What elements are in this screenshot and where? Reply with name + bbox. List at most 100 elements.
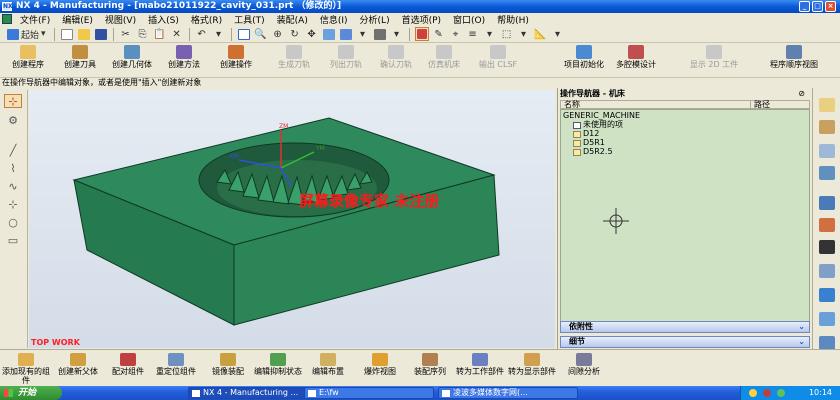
- delete-icon[interactable]: ✕: [170, 27, 184, 41]
- roles-icon[interactable]: [819, 288, 835, 302]
- column-name[interactable]: 名称: [561, 101, 751, 109]
- create-new-parent-button[interactable]: 创建新父体: [54, 353, 102, 387]
- operation-navigator-icon[interactable]: [819, 144, 835, 158]
- chevron-down-icon[interactable]: ▾: [390, 27, 404, 41]
- rotate-icon[interactable]: ↻: [288, 27, 302, 41]
- fit-view-icon[interactable]: [237, 27, 251, 41]
- web-browser-icon[interactable]: [819, 196, 835, 210]
- chevron-down-icon[interactable]: ▾: [517, 27, 531, 41]
- column-path[interactable]: 路径: [751, 101, 770, 109]
- tree-row-unused[interactable]: 未使用的项: [573, 121, 623, 129]
- edit-arrangement-button[interactable]: 编辑布置: [304, 353, 352, 387]
- assembly-sequence-button[interactable]: 装配序列: [406, 353, 454, 387]
- process-studio-icon[interactable]: [819, 264, 835, 278]
- assembly-navigator-icon[interactable]: [819, 98, 835, 112]
- line-icon[interactable]: ╱: [4, 144, 22, 158]
- add-existing-component-button[interactable]: 添加现有的组件: [2, 353, 50, 387]
- menu-analysis[interactable]: 分析(L): [354, 13, 396, 26]
- create-operation-button[interactable]: 创建操作: [210, 45, 262, 77]
- menu-insert[interactable]: 插入(S): [142, 13, 185, 26]
- edit-suppression-button[interactable]: 编辑抑制状态: [254, 353, 302, 387]
- tray-recorder-icon[interactable]: [763, 389, 771, 397]
- menu-view[interactable]: 视图(V): [99, 13, 142, 26]
- tree-row-d12[interactable]: D12: [573, 130, 599, 138]
- generate-toolpath-button[interactable]: 生成刀轨: [268, 45, 320, 77]
- render-style-icon[interactable]: [373, 27, 387, 41]
- new-file-icon[interactable]: [60, 27, 74, 41]
- chevron-down-icon[interactable]: ⌄: [798, 322, 805, 332]
- list-toolpath-button[interactable]: 列出刀轨: [320, 45, 372, 77]
- menu-format[interactable]: 格式(R): [185, 13, 228, 26]
- create-tool-button[interactable]: 创建刀具: [54, 45, 106, 77]
- machine-tool-icon[interactable]: [819, 166, 835, 180]
- reuse-library-icon[interactable]: [819, 336, 835, 350]
- layer-icon[interactable]: ≡: [466, 27, 480, 41]
- close-button[interactable]: ×: [825, 1, 836, 12]
- program-order-view-button[interactable]: 程序顺序视图: [768, 45, 820, 77]
- polyline-icon[interactable]: ⌇: [4, 162, 22, 176]
- details-section[interactable]: 细节 ⌄: [560, 336, 810, 348]
- chevron-down-icon[interactable]: ▾: [483, 27, 497, 41]
- pan-icon[interactable]: ✥: [305, 27, 319, 41]
- start-button[interactable]: 起始 ▾: [4, 27, 49, 41]
- undo-icon[interactable]: ↶: [195, 27, 209, 41]
- maximize-button[interactable]: □: [812, 1, 823, 12]
- rectangle-icon[interactable]: ▭: [4, 234, 22, 248]
- zoom-in-icon[interactable]: ⊕: [271, 27, 285, 41]
- dependency-section[interactable]: 依附性 ⌄: [560, 321, 810, 333]
- gear-icon[interactable]: ⚙: [4, 114, 22, 128]
- create-method-button[interactable]: 创建方法: [158, 45, 210, 77]
- tray-app-icon[interactable]: [749, 389, 757, 397]
- part-navigator-icon[interactable]: [819, 120, 835, 134]
- clearance-analysis-button[interactable]: 间隙分析: [560, 353, 608, 387]
- palette-icon[interactable]: [819, 312, 835, 326]
- menu-assembly[interactable]: 装配(A): [271, 13, 314, 26]
- chevron-down-icon[interactable]: ▾: [356, 27, 370, 41]
- view-orient-icon[interactable]: [322, 27, 336, 41]
- exploded-view-button[interactable]: 爆炸视图: [356, 353, 404, 387]
- start-menu-button[interactable]: 开始: [0, 386, 62, 400]
- show-2d-workpiece-button[interactable]: 显示 2D 工件: [688, 45, 740, 77]
- cut-icon[interactable]: ✂: [119, 27, 133, 41]
- sketch-icon[interactable]: ✎: [432, 27, 446, 41]
- circle-icon[interactable]: ○: [4, 216, 22, 230]
- make-work-part-button[interactable]: 转为工作部件: [456, 353, 504, 387]
- menu-edit[interactable]: 编辑(E): [56, 13, 99, 26]
- ruler-icon[interactable]: 📐: [534, 27, 548, 41]
- graphics-window[interactable]: ZM YM XM 屏幕录像专家 未注册 TOP WORK: [29, 90, 555, 348]
- open-folder-icon[interactable]: [77, 27, 91, 41]
- output-clsf-button[interactable]: 输出 CLSF: [472, 45, 524, 77]
- taskbar-item-browser[interactable]: 凌波多媒体数字网(...: [438, 387, 578, 399]
- paste-icon[interactable]: 📋: [153, 27, 167, 41]
- menu-tools[interactable]: 工具(T): [228, 13, 271, 26]
- tree-row-d5r2-5[interactable]: D5R2.5: [573, 148, 613, 156]
- simulate-machine-button[interactable]: 仿真机床: [418, 45, 470, 77]
- wcs-icon[interactable]: [414, 27, 429, 41]
- point-icon[interactable]: ⊹: [4, 198, 22, 212]
- copy-icon[interactable]: ⎘: [136, 27, 150, 41]
- project-init-button[interactable]: 项目初始化: [558, 45, 610, 77]
- save-icon[interactable]: [94, 27, 108, 41]
- spline-icon[interactable]: ∿: [4, 180, 22, 194]
- create-geometry-button[interactable]: 创建几何体: [106, 45, 158, 77]
- clock[interactable]: 10:14: [809, 388, 832, 397]
- multi-cavity-button[interactable]: 多腔模设计: [610, 45, 662, 77]
- reposition-component-button[interactable]: 重定位组件: [152, 353, 200, 387]
- make-display-part-button[interactable]: 转为显示部件: [508, 353, 556, 387]
- cube-view-icon[interactable]: [339, 27, 353, 41]
- tree-row-machine[interactable]: GENERIC_MACHINE: [563, 112, 640, 120]
- selection-icon[interactable]: ⬚: [500, 27, 514, 41]
- select-icon[interactable]: ⊹: [4, 94, 22, 108]
- chevron-down-icon[interactable]: ▾: [551, 27, 565, 41]
- mirror-assembly-button[interactable]: 镜像装配: [204, 353, 252, 387]
- mate-component-button[interactable]: 配对组件: [104, 353, 152, 387]
- zoom-icon[interactable]: 🔍: [254, 27, 268, 41]
- chevron-down-icon[interactable]: ⌄: [798, 337, 805, 347]
- menu-preferences[interactable]: 首选项(P): [396, 13, 447, 26]
- tray-network-icon[interactable]: [777, 389, 785, 397]
- document-icon[interactable]: [2, 14, 12, 24]
- create-program-button[interactable]: 创建程序: [2, 45, 54, 77]
- taskbar-item-folder[interactable]: E:\fw: [304, 387, 434, 399]
- tree-row-d5r1[interactable]: D5R1: [573, 139, 605, 147]
- minimize-button[interactable]: _: [799, 1, 810, 12]
